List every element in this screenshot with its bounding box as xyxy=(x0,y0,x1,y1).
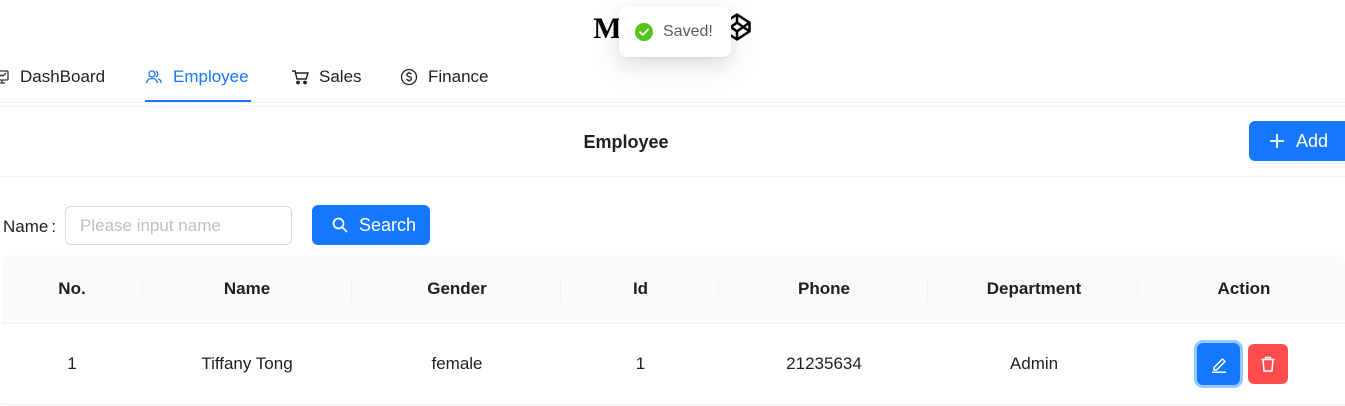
search-button[interactable]: Search xyxy=(312,205,430,245)
name-search-input[interactable] xyxy=(65,206,292,245)
column-header-id: Id xyxy=(632,279,649,298)
tab-employee-label: Employee xyxy=(173,67,249,86)
name-filter-label-text: Name xyxy=(3,217,49,236)
cart-icon xyxy=(292,70,309,85)
tab-finance-label: Finance xyxy=(428,67,489,86)
edit-icon xyxy=(1211,358,1226,373)
tab-sales[interactable]: Sales xyxy=(291,52,362,102)
tab-employee[interactable]: Employee xyxy=(145,52,249,102)
table-header: No. Name Gender Id Phone Department Acti… xyxy=(2,255,1345,324)
tab-dashboard-label: DashBoard xyxy=(20,67,106,86)
toast-notification: Saved! xyxy=(619,7,731,57)
add-button[interactable]: Add xyxy=(1249,121,1345,161)
delete-button[interactable] xyxy=(1248,344,1288,384)
name-filter-label-colon: : xyxy=(51,217,57,236)
column-separator xyxy=(560,278,561,300)
table-row: 1 Tiffany Tong female 1 21235634 Admin xyxy=(2,324,1345,405)
tab-sales-label: Sales xyxy=(319,67,362,86)
tab-dashboard[interactable]: DashBoard xyxy=(0,52,105,102)
column-header-phone: Phone xyxy=(798,279,850,298)
column-separator xyxy=(927,278,928,300)
users-icon xyxy=(145,70,162,84)
column-header-gender: Gender xyxy=(427,279,487,298)
dashboard-icon xyxy=(0,70,9,84)
search-button-label: Search xyxy=(359,214,417,235)
trash-icon xyxy=(1261,356,1275,372)
dollar-circle-icon xyxy=(400,68,418,86)
cell-no: 1 xyxy=(67,354,77,373)
column-header-no: No. xyxy=(58,279,86,298)
nav-tabs: DashBoard Employee Sales Finance xyxy=(0,52,1345,103)
check-circle-icon xyxy=(635,23,653,41)
column-header-name: Name xyxy=(223,279,271,298)
column-separator xyxy=(1137,278,1138,300)
tab-finance[interactable]: Finance xyxy=(400,52,488,102)
divider xyxy=(0,106,1345,107)
plus-icon xyxy=(1270,134,1284,148)
cell-gender: female xyxy=(431,354,483,373)
cell-phone: 21235634 xyxy=(786,354,862,373)
column-header-department: Department xyxy=(986,279,1082,298)
cell-id: 1 xyxy=(635,354,646,373)
card-title: Employee xyxy=(583,132,669,152)
cell-department: Admin xyxy=(1009,354,1059,373)
search-icon xyxy=(332,217,348,233)
add-button-label: Add xyxy=(1296,130,1329,151)
column-header-action: Action xyxy=(1217,279,1271,298)
edit-button[interactable] xyxy=(1197,343,1240,385)
name-filter-label: Name: xyxy=(3,216,56,238)
active-tab-indicator xyxy=(145,100,251,102)
cell-name: Tiffany Tong xyxy=(201,354,293,373)
toast-message: Saved! xyxy=(663,23,713,40)
card-header-divider xyxy=(0,176,1345,177)
